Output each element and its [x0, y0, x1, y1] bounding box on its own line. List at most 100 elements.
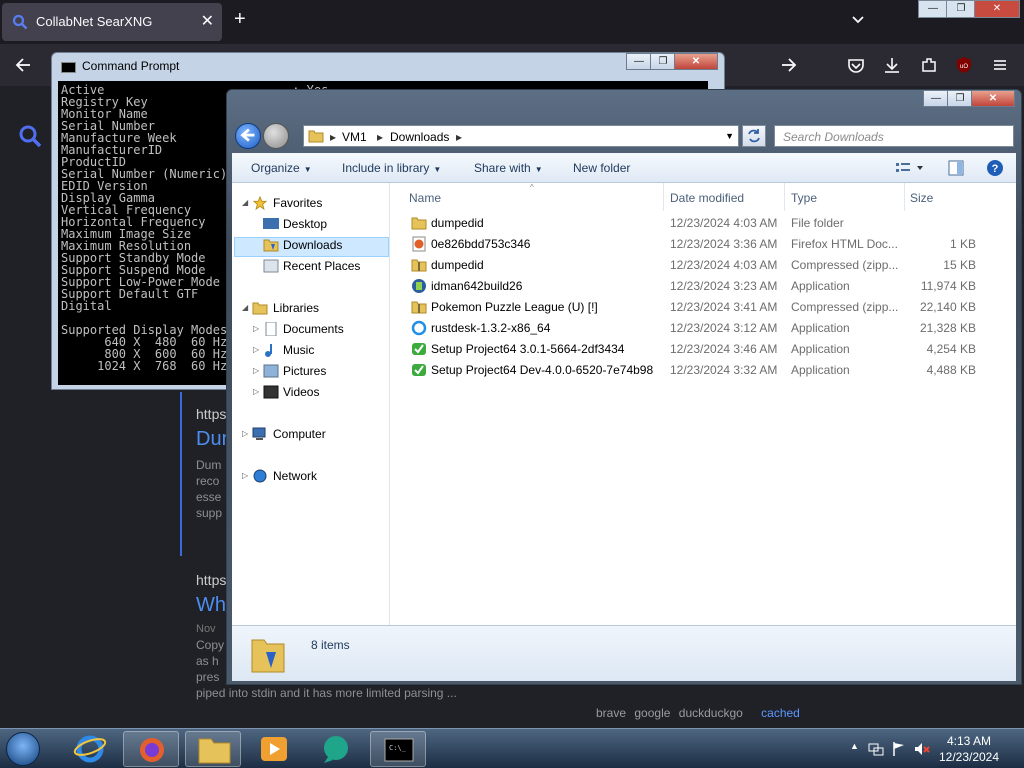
- volume-muted-icon[interactable]: [914, 741, 930, 757]
- close-button[interactable]: ✕: [674, 53, 718, 70]
- file-row[interactable]: 0e826bdd753c346 12/23/2024 3:36 AM Firefox…: [391, 233, 1016, 254]
- ublock-origin-icon[interactable]: uO: [955, 56, 973, 74]
- pocket-icon[interactable]: [847, 56, 865, 74]
- breadcrumb-downloads[interactable]: Downloads: [390, 130, 449, 144]
- breadcrumb-vm1[interactable]: VM1: [342, 130, 367, 144]
- action-center-flag-icon[interactable]: [891, 741, 907, 757]
- network-icon: [253, 469, 267, 483]
- forward-arrow-icon[interactable]: [780, 56, 798, 74]
- breadcrumb-separator[interactable]: ▸: [330, 130, 336, 144]
- file-row[interactable]: Setup Project64 Dev-4.0.0-6520-7e74b98 12…: [391, 359, 1016, 380]
- new-tab-button[interactable]: +: [234, 8, 246, 31]
- extensions-icon[interactable]: [920, 56, 938, 74]
- star-icon: [252, 196, 268, 210]
- back-arrow-icon: [240, 128, 255, 142]
- clock-time: 4:13 AM: [946, 734, 992, 748]
- tab-close-icon[interactable]: ✕: [201, 11, 214, 31]
- sort-indicator-icon: ^: [530, 183, 534, 192]
- clock[interactable]: 4:13 AM 12/23/2024: [934, 733, 1004, 765]
- folder-icon: [411, 217, 427, 230]
- refresh-button[interactable]: [742, 125, 766, 147]
- nav-pictures[interactable]: ▷ Pictures: [232, 361, 387, 381]
- menu-icon[interactable]: [991, 56, 1009, 74]
- close-button[interactable]: ✕: [971, 90, 1015, 107]
- help-icon[interactable]: ?: [986, 159, 1004, 177]
- maximize-button[interactable]: ❐: [650, 53, 676, 70]
- project64-setup-icon: [412, 343, 426, 355]
- downloads-folder-icon: [263, 239, 279, 252]
- forward-button[interactable]: [263, 123, 289, 149]
- address-bar[interactable]: ▸ VM1 ▸ Downloads ▸ ▼: [303, 125, 739, 147]
- start-button[interactable]: [6, 732, 40, 766]
- nav-computer[interactable]: ▷ Computer: [232, 424, 387, 444]
- explorer-window: — ❐ ✕ ▸ VM1 ▸ Downloads ▸ ▼ Search Downloa…: [226, 89, 1022, 685]
- taskbar-explorer[interactable]: [185, 731, 241, 767]
- nav-favorites[interactable]: ◢ Favorites: [232, 193, 387, 213]
- file-row[interactable]: rustdesk-1.3.2-x86_64 12/23/2024 3:12 AM A…: [391, 317, 1016, 338]
- nav-libraries[interactable]: ◢ Libraries: [232, 298, 387, 318]
- taskbar-internet-explorer[interactable]: [62, 731, 118, 767]
- firefox-icon: [140, 738, 164, 762]
- column-header-size[interactable]: Size: [910, 191, 933, 205]
- search-icon[interactable]: [18, 124, 42, 148]
- show-hidden-icons-icon[interactable]: ▲: [850, 741, 859, 751]
- change-view-icon[interactable]: [895, 161, 925, 175]
- taskbar-firefox[interactable]: [123, 731, 179, 767]
- breadcrumb-separator[interactable]: ▸: [456, 130, 462, 144]
- network-status-icon[interactable]: [868, 741, 884, 757]
- file-row[interactable]: Pokemon Puzzle League (U) [!] 12/23/2024 …: [391, 296, 1016, 317]
- cached-link[interactable]: cached: [761, 706, 800, 720]
- new-folder-button[interactable]: New folder: [573, 161, 630, 175]
- browser-tab-title: CollabNet SearXNG: [36, 14, 153, 29]
- zip-folder-icon: [411, 259, 427, 272]
- rustdesk-icon: [411, 320, 427, 336]
- include-in-library-menu[interactable]: Include in library ▼: [342, 161, 441, 175]
- cmd-icon: C:\_: [384, 738, 414, 762]
- browser-minimize-button[interactable]: —: [918, 0, 948, 18]
- result-highlight-bar: [180, 392, 182, 556]
- file-row[interactable]: Setup Project64 3.0.1-5664-2df3434 12/23/…: [391, 338, 1016, 359]
- project64-setup-icon: [412, 364, 426, 376]
- svg-text:C:\_: C:\_: [389, 744, 407, 752]
- list-all-tabs-icon[interactable]: [850, 12, 866, 28]
- column-header-name[interactable]: Name: [409, 191, 441, 205]
- cmd-icon: [61, 62, 76, 73]
- browser-maximize-button[interactable]: ❐: [946, 0, 976, 18]
- details-pane: 8 items: [232, 625, 1016, 681]
- nav-recent-places[interactable]: Recent Places: [232, 256, 387, 276]
- taskbar-chat-app[interactable]: [308, 731, 364, 767]
- documents-icon: [265, 322, 277, 336]
- minimize-button[interactable]: —: [626, 53, 652, 70]
- clock-date: 12/23/2024: [938, 750, 1000, 764]
- breadcrumb-separator[interactable]: ▸: [377, 130, 383, 144]
- back-arrow-icon[interactable]: [14, 56, 32, 74]
- nav-downloads[interactable]: Downloads: [232, 235, 387, 255]
- taskbar-media-player[interactable]: [246, 731, 302, 767]
- nav-documents[interactable]: ▷ Documents: [232, 319, 387, 339]
- downloads-icon[interactable]: [883, 56, 901, 74]
- command-bar: Organize ▼ Include in library ▼ Share with…: [232, 153, 1016, 183]
- engine-label: google: [634, 706, 671, 720]
- nav-videos[interactable]: ▷ Videos: [232, 382, 387, 402]
- browser-close-button[interactable]: ✕: [974, 0, 1020, 18]
- nav-network[interactable]: ▷ Network: [232, 466, 387, 486]
- browser-tab[interactable]: CollabNet SearXNG ✕: [2, 3, 222, 41]
- nav-desktop[interactable]: Desktop: [232, 214, 387, 234]
- file-row[interactable]: dumpedid 12/23/2024 4:03 AM File folder: [391, 212, 1016, 233]
- minimize-button[interactable]: —: [923, 90, 949, 107]
- svg-text:uO: uO: [960, 64, 968, 70]
- preview-pane-icon[interactable]: [948, 160, 964, 176]
- searxng-favicon-icon: [12, 14, 28, 30]
- maximize-button[interactable]: ❐: [947, 90, 973, 107]
- file-row[interactable]: dumpedid 12/23/2024 4:03 AM Compressed (zi…: [391, 254, 1016, 275]
- column-header-type[interactable]: Type: [791, 191, 817, 205]
- share-with-menu[interactable]: Share with ▼: [474, 161, 543, 175]
- column-header-date[interactable]: Date modified: [670, 191, 744, 205]
- taskbar-command-prompt[interactable]: C:\_: [370, 731, 426, 767]
- search-downloads-input[interactable]: Search Downloads: [774, 125, 1014, 147]
- chevron-down-icon[interactable]: ▼: [725, 131, 734, 141]
- file-row[interactable]: idman642build26 12/23/2024 3:23 AM Applica…: [391, 275, 1016, 296]
- organize-menu[interactable]: Organize ▼: [251, 161, 312, 175]
- nav-music[interactable]: ▷ Music: [232, 340, 387, 360]
- back-button[interactable]: [235, 123, 261, 149]
